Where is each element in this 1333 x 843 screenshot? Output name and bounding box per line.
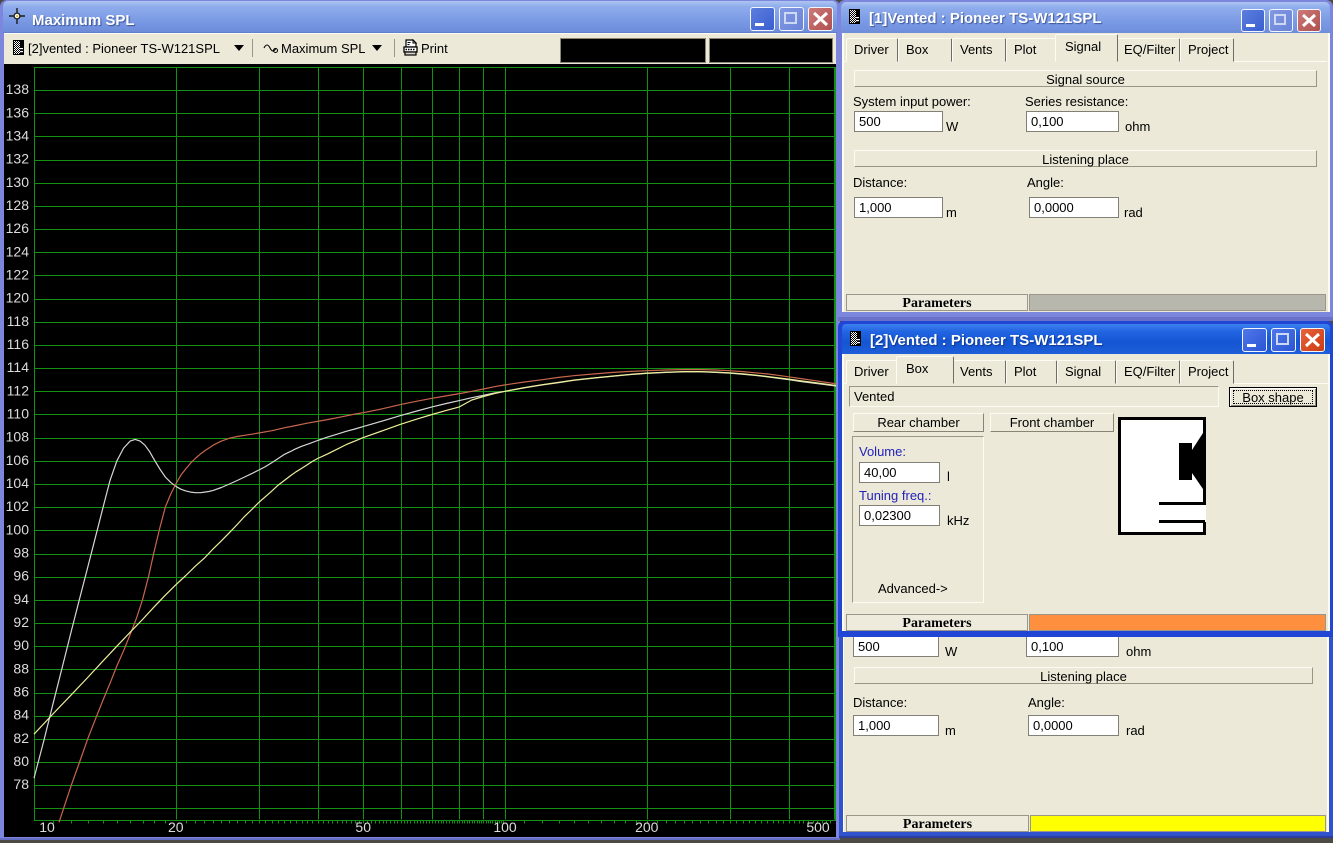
svg-text:126: 126 xyxy=(6,220,30,236)
svg-text:138: 138 xyxy=(6,81,30,97)
svg-text:122: 122 xyxy=(6,267,30,283)
svg-text:136: 136 xyxy=(6,104,30,120)
svg-text:86: 86 xyxy=(13,684,29,700)
svg-text:124: 124 xyxy=(6,243,30,259)
svg-text:108: 108 xyxy=(6,429,30,445)
svg-text:200: 200 xyxy=(635,819,659,835)
svg-text:132: 132 xyxy=(6,151,30,167)
svg-text:112: 112 xyxy=(7,382,30,398)
svg-text:100: 100 xyxy=(6,521,30,537)
svg-text:82: 82 xyxy=(13,730,29,746)
svg-text:102: 102 xyxy=(6,498,30,514)
svg-text:96: 96 xyxy=(13,568,29,584)
svg-text:114: 114 xyxy=(7,359,30,375)
svg-text:134: 134 xyxy=(6,127,30,143)
svg-text:130: 130 xyxy=(6,174,30,190)
svg-text:20: 20 xyxy=(168,819,184,835)
svg-text:80: 80 xyxy=(13,753,29,769)
svg-text:120: 120 xyxy=(6,290,30,306)
svg-text:94: 94 xyxy=(13,591,29,607)
svg-text:118: 118 xyxy=(7,313,30,329)
svg-text:100: 100 xyxy=(493,819,517,835)
svg-text:90: 90 xyxy=(13,637,29,653)
svg-text:50: 50 xyxy=(355,819,371,835)
svg-text:104: 104 xyxy=(6,475,30,491)
svg-text:110: 110 xyxy=(7,406,30,422)
svg-text:10: 10 xyxy=(39,819,55,835)
svg-text:500: 500 xyxy=(806,819,830,835)
svg-text:92: 92 xyxy=(13,614,29,630)
svg-text:78: 78 xyxy=(13,776,29,792)
svg-text:84: 84 xyxy=(13,707,29,723)
svg-text:98: 98 xyxy=(13,545,29,561)
svg-text:88: 88 xyxy=(13,660,29,676)
svg-text:128: 128 xyxy=(6,197,30,213)
svg-text:106: 106 xyxy=(6,452,30,468)
svg-text:116: 116 xyxy=(7,336,30,352)
